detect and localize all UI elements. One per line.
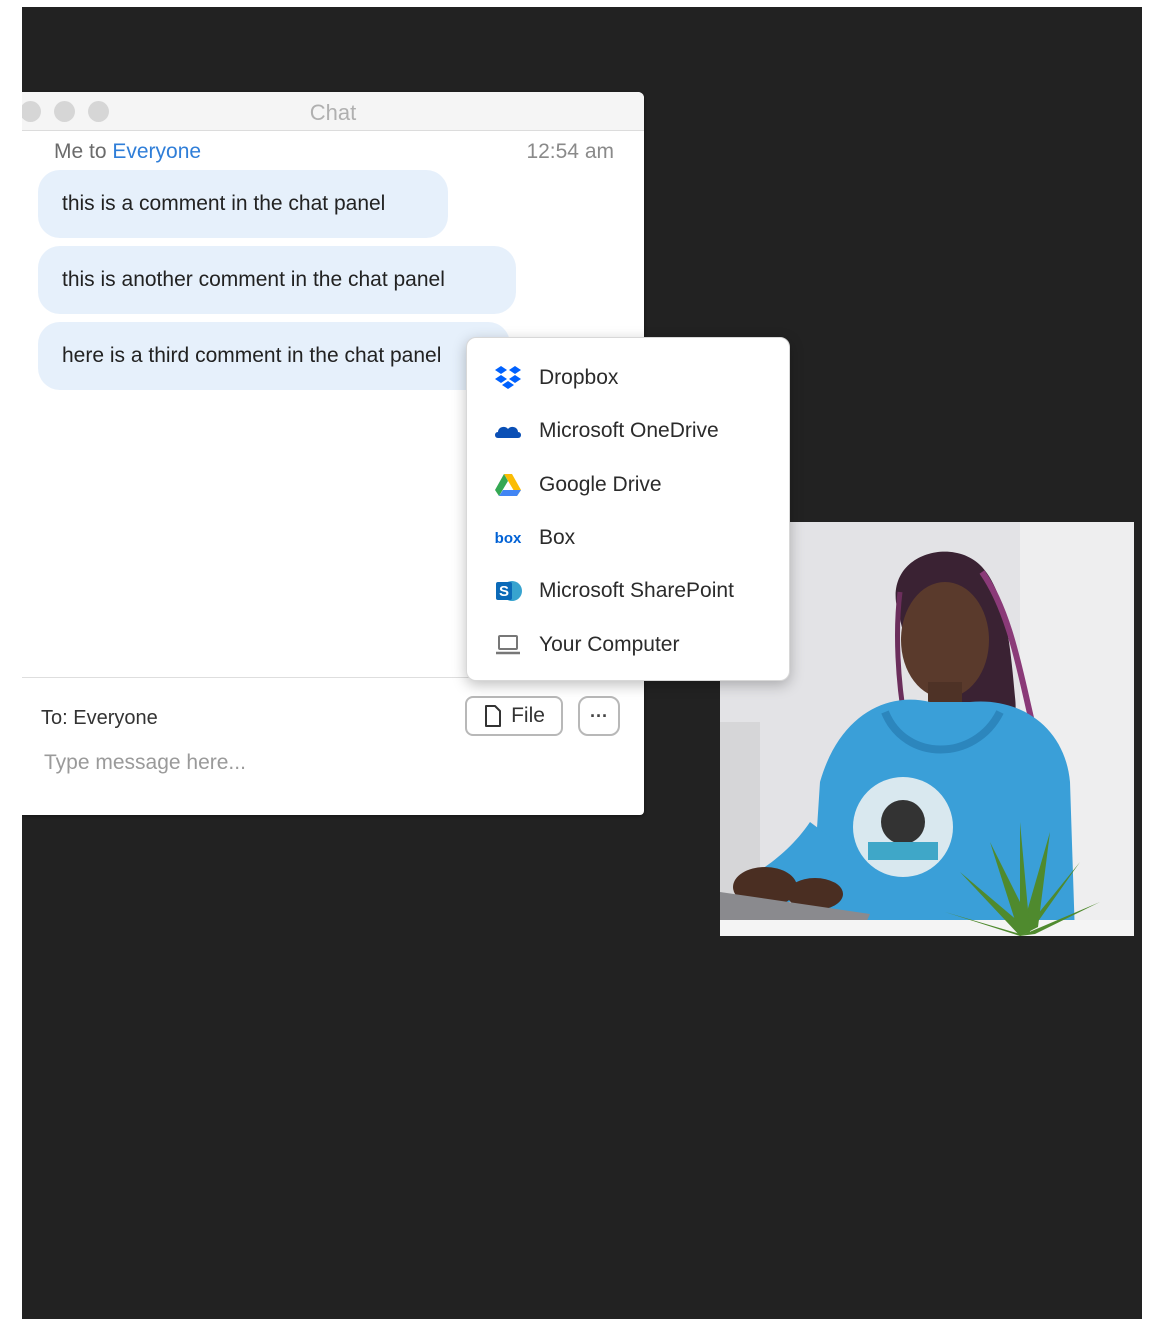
menu-item-label: Microsoft SharePoint bbox=[539, 579, 734, 602]
chat-message[interactable]: here is a third comment in the chat pane… bbox=[38, 322, 510, 390]
menu-item-label: Box bbox=[539, 526, 576, 549]
menu-item-dropbox[interactable]: Dropbox bbox=[467, 356, 789, 400]
window-title: Chat bbox=[309, 100, 357, 125]
menu-item-box[interactable]: box Box bbox=[467, 516, 789, 560]
menu-item-google-drive[interactable]: Google Drive bbox=[467, 463, 789, 507]
dropbox-icon bbox=[493, 363, 523, 393]
message-input[interactable] bbox=[42, 746, 606, 780]
chat-titlebar: Chat bbox=[22, 92, 644, 131]
menu-item-label: Microsoft OneDrive bbox=[539, 419, 719, 442]
recipient-selector[interactable]: To: Everyone bbox=[41, 707, 158, 730]
menu-item-onedrive[interactable]: Microsoft OneDrive bbox=[467, 409, 789, 453]
onedrive-icon bbox=[493, 416, 523, 446]
sharepoint-icon: S bbox=[493, 576, 523, 606]
menu-item-label: Dropbox bbox=[539, 366, 619, 389]
menu-item-sharepoint[interactable]: S Microsoft SharePoint bbox=[467, 569, 789, 613]
file-button-label: File bbox=[511, 704, 545, 727]
menu-item-label: Your Computer bbox=[539, 633, 680, 656]
sender-label: Me to bbox=[54, 140, 107, 163]
file-icon bbox=[485, 705, 502, 727]
message-group-header: Me to Everyone 12:54 am bbox=[54, 140, 614, 164]
google-drive-icon bbox=[493, 470, 523, 500]
menu-item-label: Google Drive bbox=[539, 473, 662, 496]
chat-message[interactable]: this is another comment in the chat pane… bbox=[38, 246, 516, 314]
file-source-menu: Dropbox Microsoft OneDrive Google Drive bbox=[466, 337, 790, 681]
menu-item-your-computer[interactable]: Your Computer bbox=[467, 623, 789, 667]
more-options-button[interactable]: ··· bbox=[578, 696, 620, 736]
box-icon: box bbox=[494, 529, 522, 547]
chat-message[interactable]: this is a comment in the chat panel bbox=[38, 170, 448, 238]
recipient-link[interactable]: Everyone bbox=[112, 140, 201, 163]
computer-icon bbox=[493, 630, 523, 660]
file-button[interactable]: File bbox=[465, 696, 563, 736]
message-timestamp: 12:54 am bbox=[526, 140, 614, 163]
meeting-stage: Chat Me to Everyone 12:54 am this is a c… bbox=[22, 7, 1142, 1319]
